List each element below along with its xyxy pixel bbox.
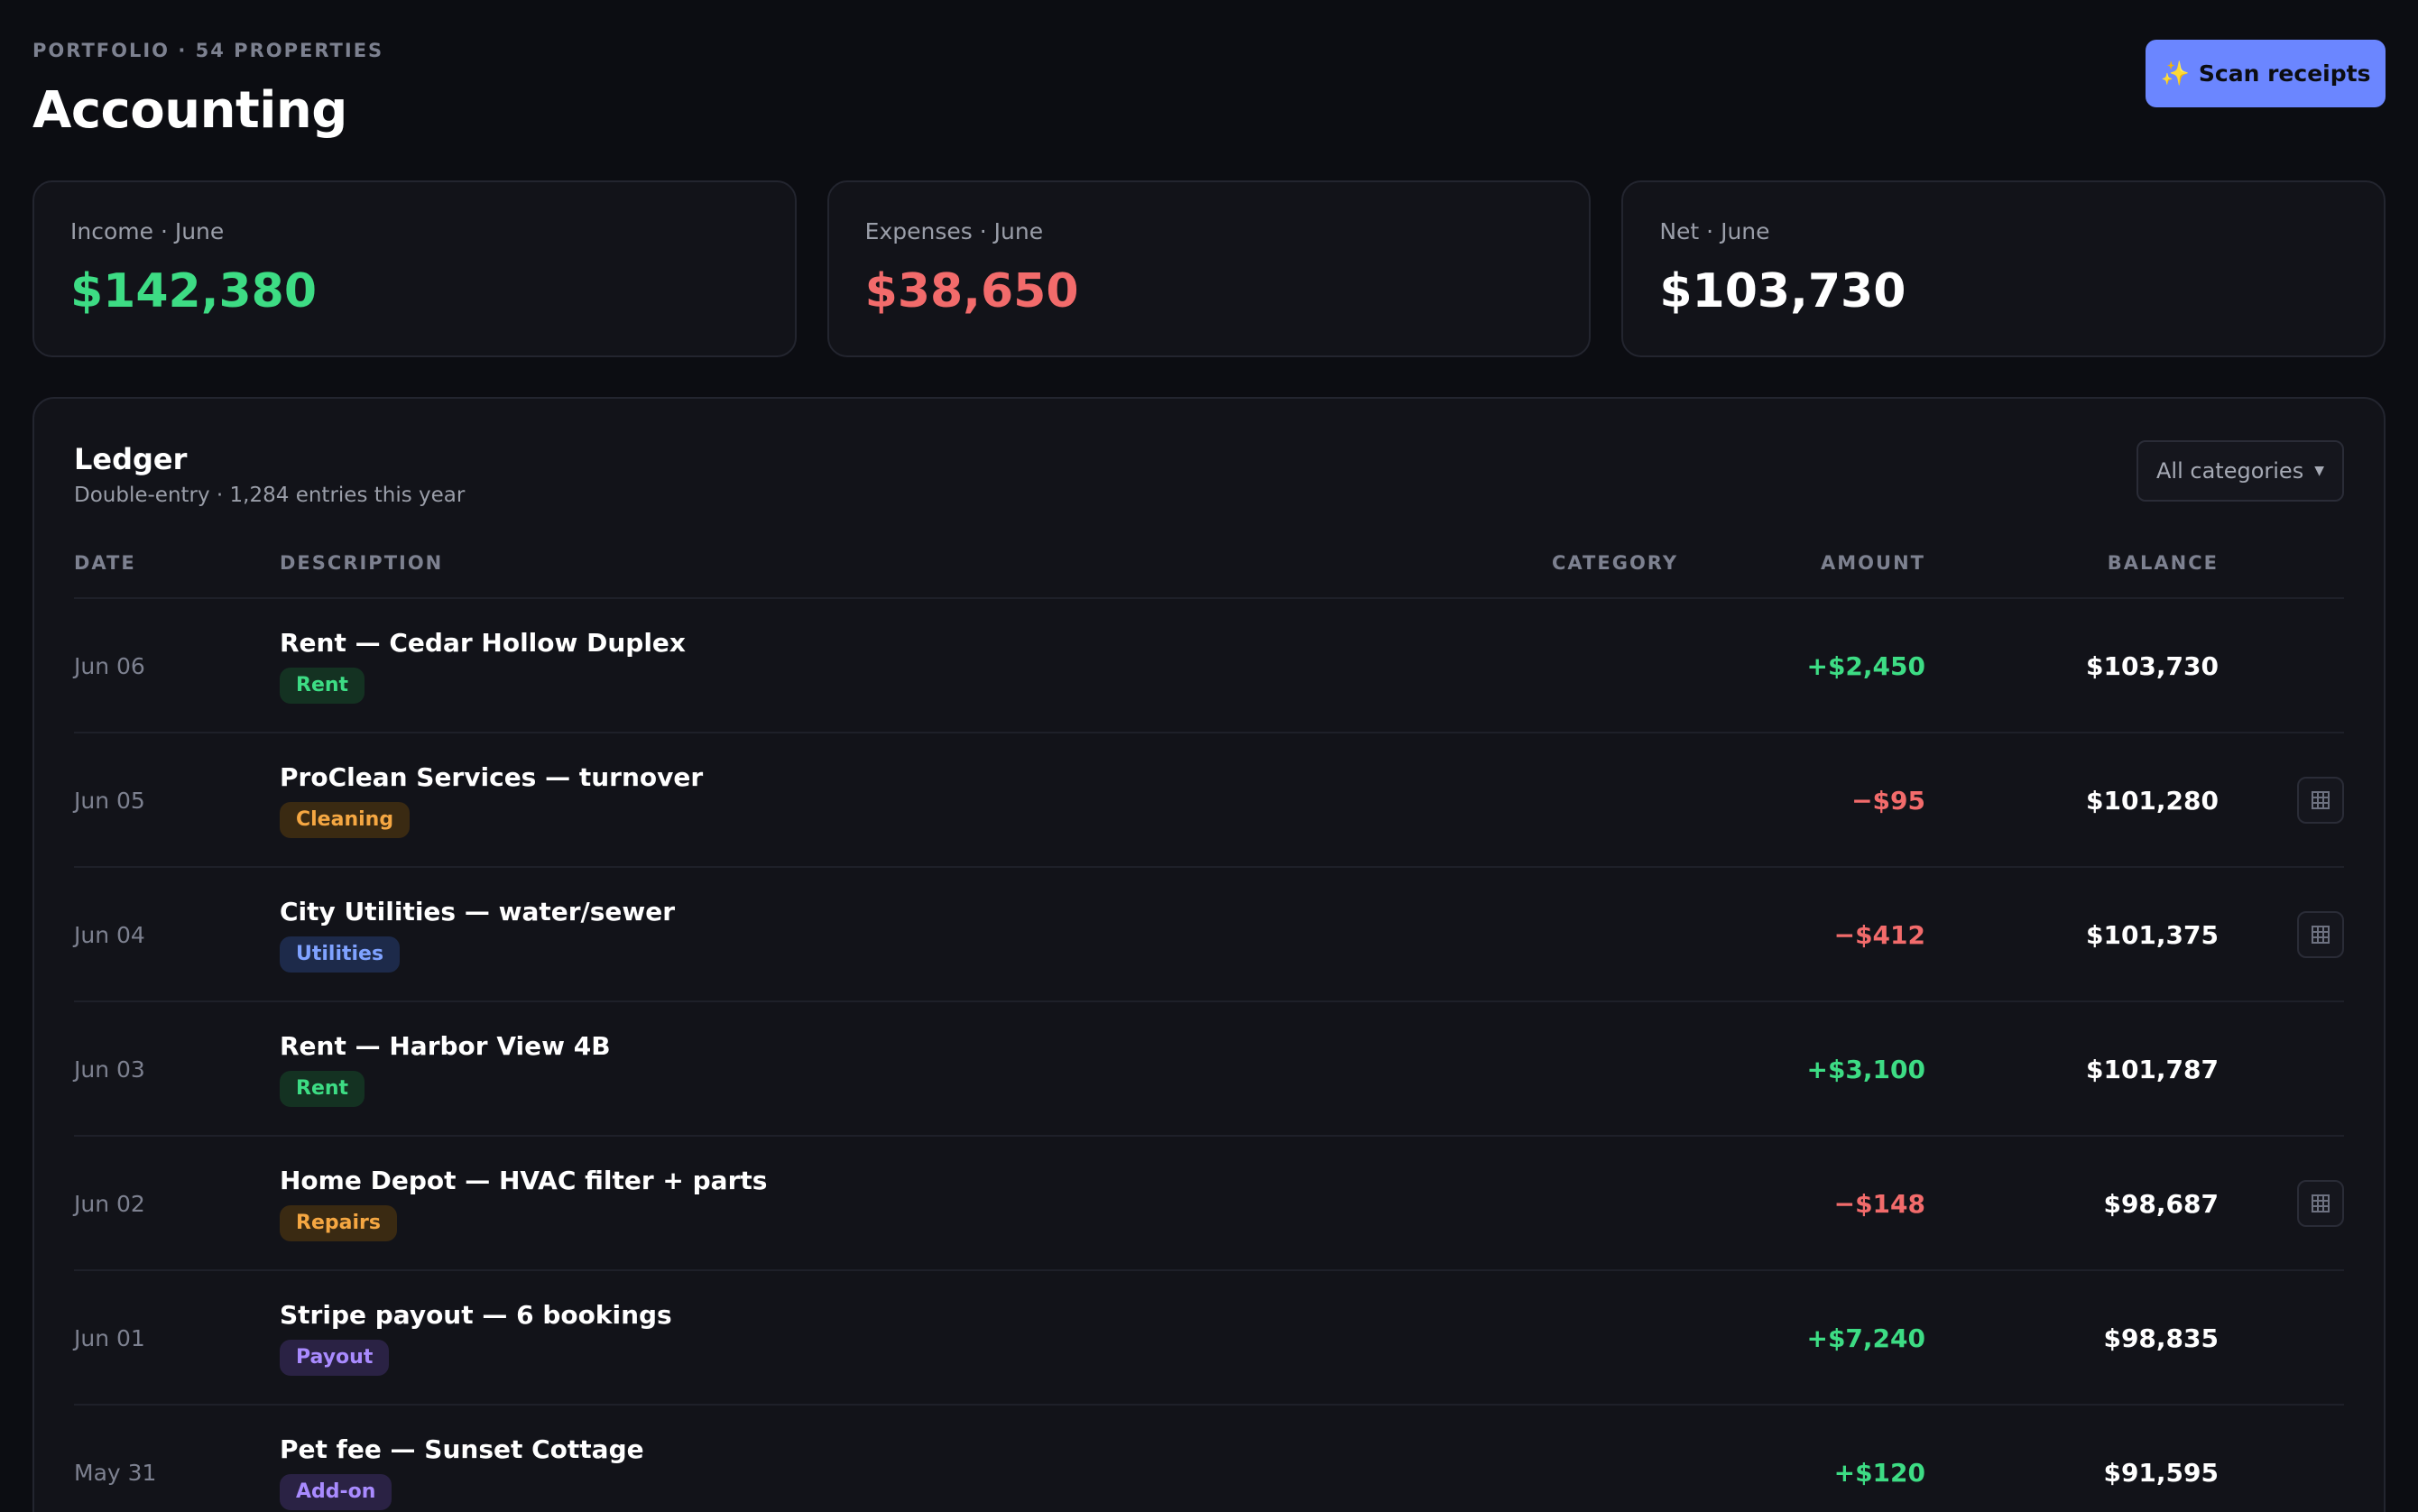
row-description: Pet fee — Sunset Cottage — [280, 1434, 644, 1464]
portfolio-eyebrow: PORTFOLIO · 54 PROPERTIES — [32, 40, 384, 61]
receipt-icon — [2312, 791, 2330, 809]
receipt-icon — [2312, 1194, 2330, 1212]
row-date: Jun 04 — [74, 922, 145, 948]
row-amount: −$148 — [1833, 1189, 1925, 1219]
category-tag: Cleaning — [280, 802, 411, 838]
table-row[interactable]: Jun 03 Rent — Harbor View 4B Rent +$3,10… — [74, 1002, 2344, 1137]
row-date: Jun 05 — [74, 788, 145, 814]
income-value: $142,380 — [70, 264, 318, 318]
table-row[interactable]: Jun 02 Home Depot — HVAC filter + parts … — [74, 1137, 2344, 1271]
category-filter-label: All categories — [2156, 458, 2304, 484]
row-balance: $98,687 — [2103, 1189, 2219, 1219]
expenses-label: Expenses · June — [864, 218, 1044, 244]
table-row[interactable]: Jun 05 ProClean Services — turnover Clea… — [74, 733, 2344, 868]
row-date: May 31 — [74, 1460, 157, 1486]
category-tag: Rent — [280, 668, 365, 704]
row-date: Jun 06 — [74, 653, 145, 679]
column-header-balance[interactable]: BALANCE — [2108, 552, 2219, 574]
row-amount: −$95 — [1851, 786, 1925, 816]
row-amount: +$3,100 — [1806, 1055, 1925, 1084]
page-title: Accounting — [32, 81, 347, 140]
row-description: Rent — Cedar Hollow Duplex — [280, 628, 686, 658]
net-value: $103,730 — [1659, 264, 1906, 318]
caret-down-icon: ▼ — [2314, 464, 2324, 478]
row-description: City Utilities — water/sewer — [280, 897, 676, 927]
net-label: Net · June — [1659, 218, 1770, 244]
ledger-rows: Jun 06 Rent — Cedar Hollow Duplex Rent +… — [74, 599, 2344, 1512]
category-tag: Add-on — [280, 1474, 392, 1510]
ledger-table-header: DATE DESCRIPTION CATEGORY AMOUNT BALANCE — [74, 543, 2344, 599]
ledger-subtitle: Double-entry · 1,284 entries this year — [74, 484, 466, 507]
column-header-amount[interactable]: AMOUNT — [1821, 552, 1925, 574]
row-amount: −$412 — [1833, 920, 1925, 950]
summary-stats: Income · June $142,380 Expenses · June $… — [32, 180, 2386, 357]
row-balance: $103,730 — [2085, 651, 2219, 681]
receipt-button[interactable] — [2297, 911, 2344, 958]
scan-receipts-button[interactable]: ✨ Scan receipts — [2146, 40, 2386, 107]
row-balance: $101,787 — [2085, 1055, 2219, 1084]
row-date: Jun 03 — [74, 1056, 145, 1083]
row-description: ProClean Services — turnover — [280, 762, 704, 792]
row-description: Stripe payout — 6 bookings — [280, 1300, 672, 1330]
column-header-date[interactable]: DATE — [74, 552, 136, 574]
receipt-button[interactable] — [2297, 777, 2344, 824]
column-header-description[interactable]: DESCRIPTION — [280, 552, 443, 574]
row-date: Jun 02 — [74, 1191, 145, 1217]
net-card: Net · June $103,730 — [1621, 180, 2386, 357]
table-row[interactable]: May 31 Pet fee — Sunset Cottage Add-on +… — [74, 1406, 2344, 1512]
expenses-card: Expenses · June $38,650 — [826, 180, 1592, 357]
category-tag: Repairs — [280, 1205, 397, 1241]
scan-receipts-label: Scan receipts — [2198, 60, 2371, 87]
category-tag: Payout — [280, 1340, 390, 1376]
row-amount: +$7,240 — [1806, 1323, 1925, 1353]
income-card: Income · June $142,380 — [32, 180, 797, 357]
category-tag: Rent — [280, 1071, 365, 1107]
accounting-page: PORTFOLIO · 54 PROPERTIES Accounting ✨ S… — [0, 0, 2418, 1512]
row-balance: $91,595 — [2103, 1458, 2219, 1488]
table-row[interactable]: Jun 06 Rent — Cedar Hollow Duplex Rent +… — [74, 599, 2344, 733]
column-header-category[interactable]: CATEGORY — [1552, 552, 1678, 574]
row-date: Jun 01 — [74, 1325, 145, 1351]
row-balance: $101,375 — [2085, 920, 2219, 950]
ledger-title: Ledger — [74, 442, 188, 476]
ledger-panel: Ledger Double-entry · 1,284 entries this… — [32, 397, 2386, 1512]
receipt-button[interactable] — [2297, 1180, 2344, 1227]
row-amount: +$120 — [1833, 1458, 1925, 1488]
category-filter-dropdown[interactable]: All categories ▼ — [2137, 440, 2344, 502]
sparkles-icon: ✨ — [2160, 60, 2190, 88]
row-balance: $101,280 — [2085, 786, 2219, 816]
expenses-value: $38,650 — [864, 264, 1079, 318]
receipt-icon — [2312, 926, 2330, 944]
table-row[interactable]: Jun 01 Stripe payout — 6 bookings Payout… — [74, 1271, 2344, 1406]
category-tag: Utilities — [280, 936, 401, 973]
table-row[interactable]: Jun 04 City Utilities — water/sewer Util… — [74, 868, 2344, 1002]
income-label: Income · June — [70, 218, 225, 244]
row-balance: $98,835 — [2103, 1323, 2219, 1353]
row-description: Home Depot — HVAC filter + parts — [280, 1166, 768, 1195]
row-description: Rent — Harbor View 4B — [280, 1031, 611, 1061]
row-amount: +$2,450 — [1806, 651, 1925, 681]
